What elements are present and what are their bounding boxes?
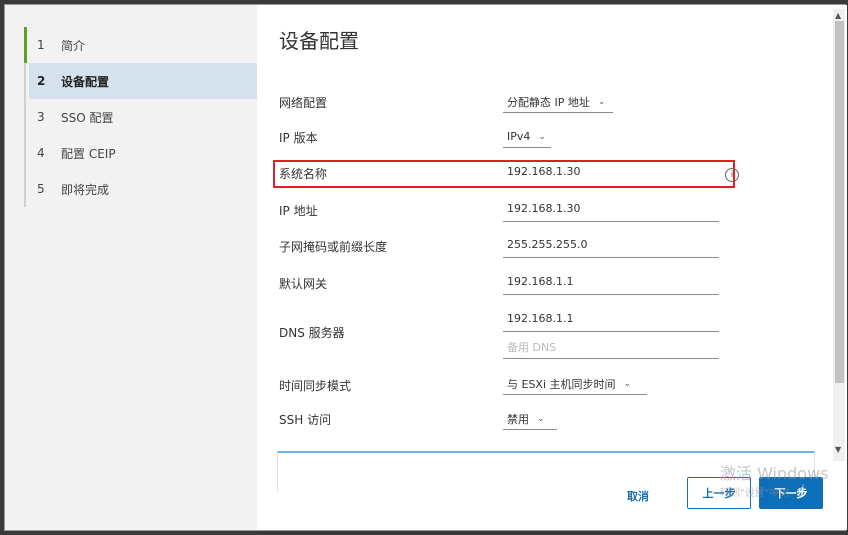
page-title: 设备配置	[279, 29, 359, 53]
scroll-down-icon[interactable]: ▼	[835, 445, 841, 454]
step-track-active	[24, 27, 27, 63]
step-number: 4	[37, 146, 45, 160]
dns-secondary-underline	[503, 358, 719, 359]
chevron-down-icon: ⌄	[623, 378, 632, 389]
step-number: 2	[37, 74, 46, 88]
step-number: 5	[37, 182, 45, 196]
step-intro[interactable]: 1 简介	[29, 27, 257, 63]
step-ready-to-complete[interactable]: 5 即将完成	[29, 171, 257, 207]
chevron-down-icon: ⌄	[538, 131, 546, 142]
ssh-value: 禁用	[507, 412, 529, 426]
gateway-input[interactable]: 192.168.1.1	[507, 275, 573, 288]
gateway-underline	[503, 294, 719, 295]
time-sync-value: 与 ESXi 主机同步时间	[507, 377, 616, 391]
network-config-label: 网络配置	[279, 96, 328, 110]
gateway-label: 默认网关	[279, 277, 328, 291]
chevron-down-icon: ⌄	[537, 413, 545, 424]
subnet-label: 子网掩码或前缀长度	[279, 240, 388, 254]
step-label: 设备配置	[61, 74, 110, 89]
ip-address-underline	[503, 221, 719, 222]
system-name-label: 系统名称	[279, 167, 328, 181]
network-config-select[interactable]: 分配静态 IP 地址 ⌄	[503, 91, 613, 113]
ip-version-select[interactable]: IPv4 ⌄	[503, 126, 551, 148]
highlight-box	[273, 160, 735, 188]
step-number: 3	[37, 110, 45, 124]
ip-version-label: IP 版本	[279, 131, 318, 145]
step-appliance-config[interactable]: 2 设备配置	[29, 63, 257, 99]
ip-address-input[interactable]: 192.168.1.30	[507, 202, 580, 215]
subnet-underline	[503, 257, 719, 258]
scroll-thumb[interactable]	[835, 21, 844, 383]
step-label: SSO 配置	[61, 110, 114, 125]
step-ceip-config[interactable]: 4 配置 CEIP	[29, 135, 257, 171]
ip-address-label: IP 地址	[279, 204, 318, 218]
activation-watermark-sub: 转到"设置"中的	[720, 488, 790, 499]
dns-primary-underline	[503, 331, 719, 332]
dns-label: DNS 服务器	[279, 326, 345, 340]
step-label: 简介	[61, 38, 86, 53]
chevron-down-icon: ⌄	[597, 96, 606, 107]
info-icon[interactable]: i	[725, 168, 739, 182]
hand-cursor-icon: ☝	[796, 481, 806, 500]
dns-primary-input[interactable]: 192.168.1.1	[507, 312, 573, 325]
activation-watermark: 激活 Windows	[720, 464, 829, 483]
ssh-select[interactable]: 禁用 ⌄	[503, 408, 557, 430]
ip-version-value: IPv4	[507, 130, 531, 143]
wizard-content: 设备配置 网络配置 分配静态 IP 地址 ⌄ IP 版本 IPv4 ⌄ 系统名称…	[257, 5, 847, 530]
step-sso-config[interactable]: 3 SSO 配置	[29, 99, 257, 135]
scroll-up-icon[interactable]: ▲	[835, 11, 841, 20]
time-sync-label: 时间同步模式	[279, 379, 352, 393]
cancel-button[interactable]: 取消	[627, 488, 649, 504]
dns-secondary-input[interactable]: 备用 DNS	[507, 339, 556, 355]
step-label: 配置 CEIP	[61, 146, 116, 161]
network-config-value: 分配静态 IP 地址	[507, 95, 590, 109]
wizard-sidebar: 1 简介 2 设备配置 3 SSO 配置 4 配置 CEIP 5 即将完成	[5, 5, 257, 530]
system-name-input[interactable]: 192.168.1.30	[507, 165, 580, 178]
step-number: 1	[37, 38, 45, 52]
step-label: 即将完成	[61, 182, 110, 197]
time-sync-select[interactable]: 与 ESXi 主机同步时间 ⌄	[503, 373, 647, 395]
subnet-input[interactable]: 255.255.255.0	[507, 238, 587, 251]
installer-dialog: 1 简介 2 设备配置 3 SSO 配置 4 配置 CEIP 5 即将完成 设备…	[4, 4, 847, 531]
ssh-label: SSH 访问	[279, 413, 332, 427]
